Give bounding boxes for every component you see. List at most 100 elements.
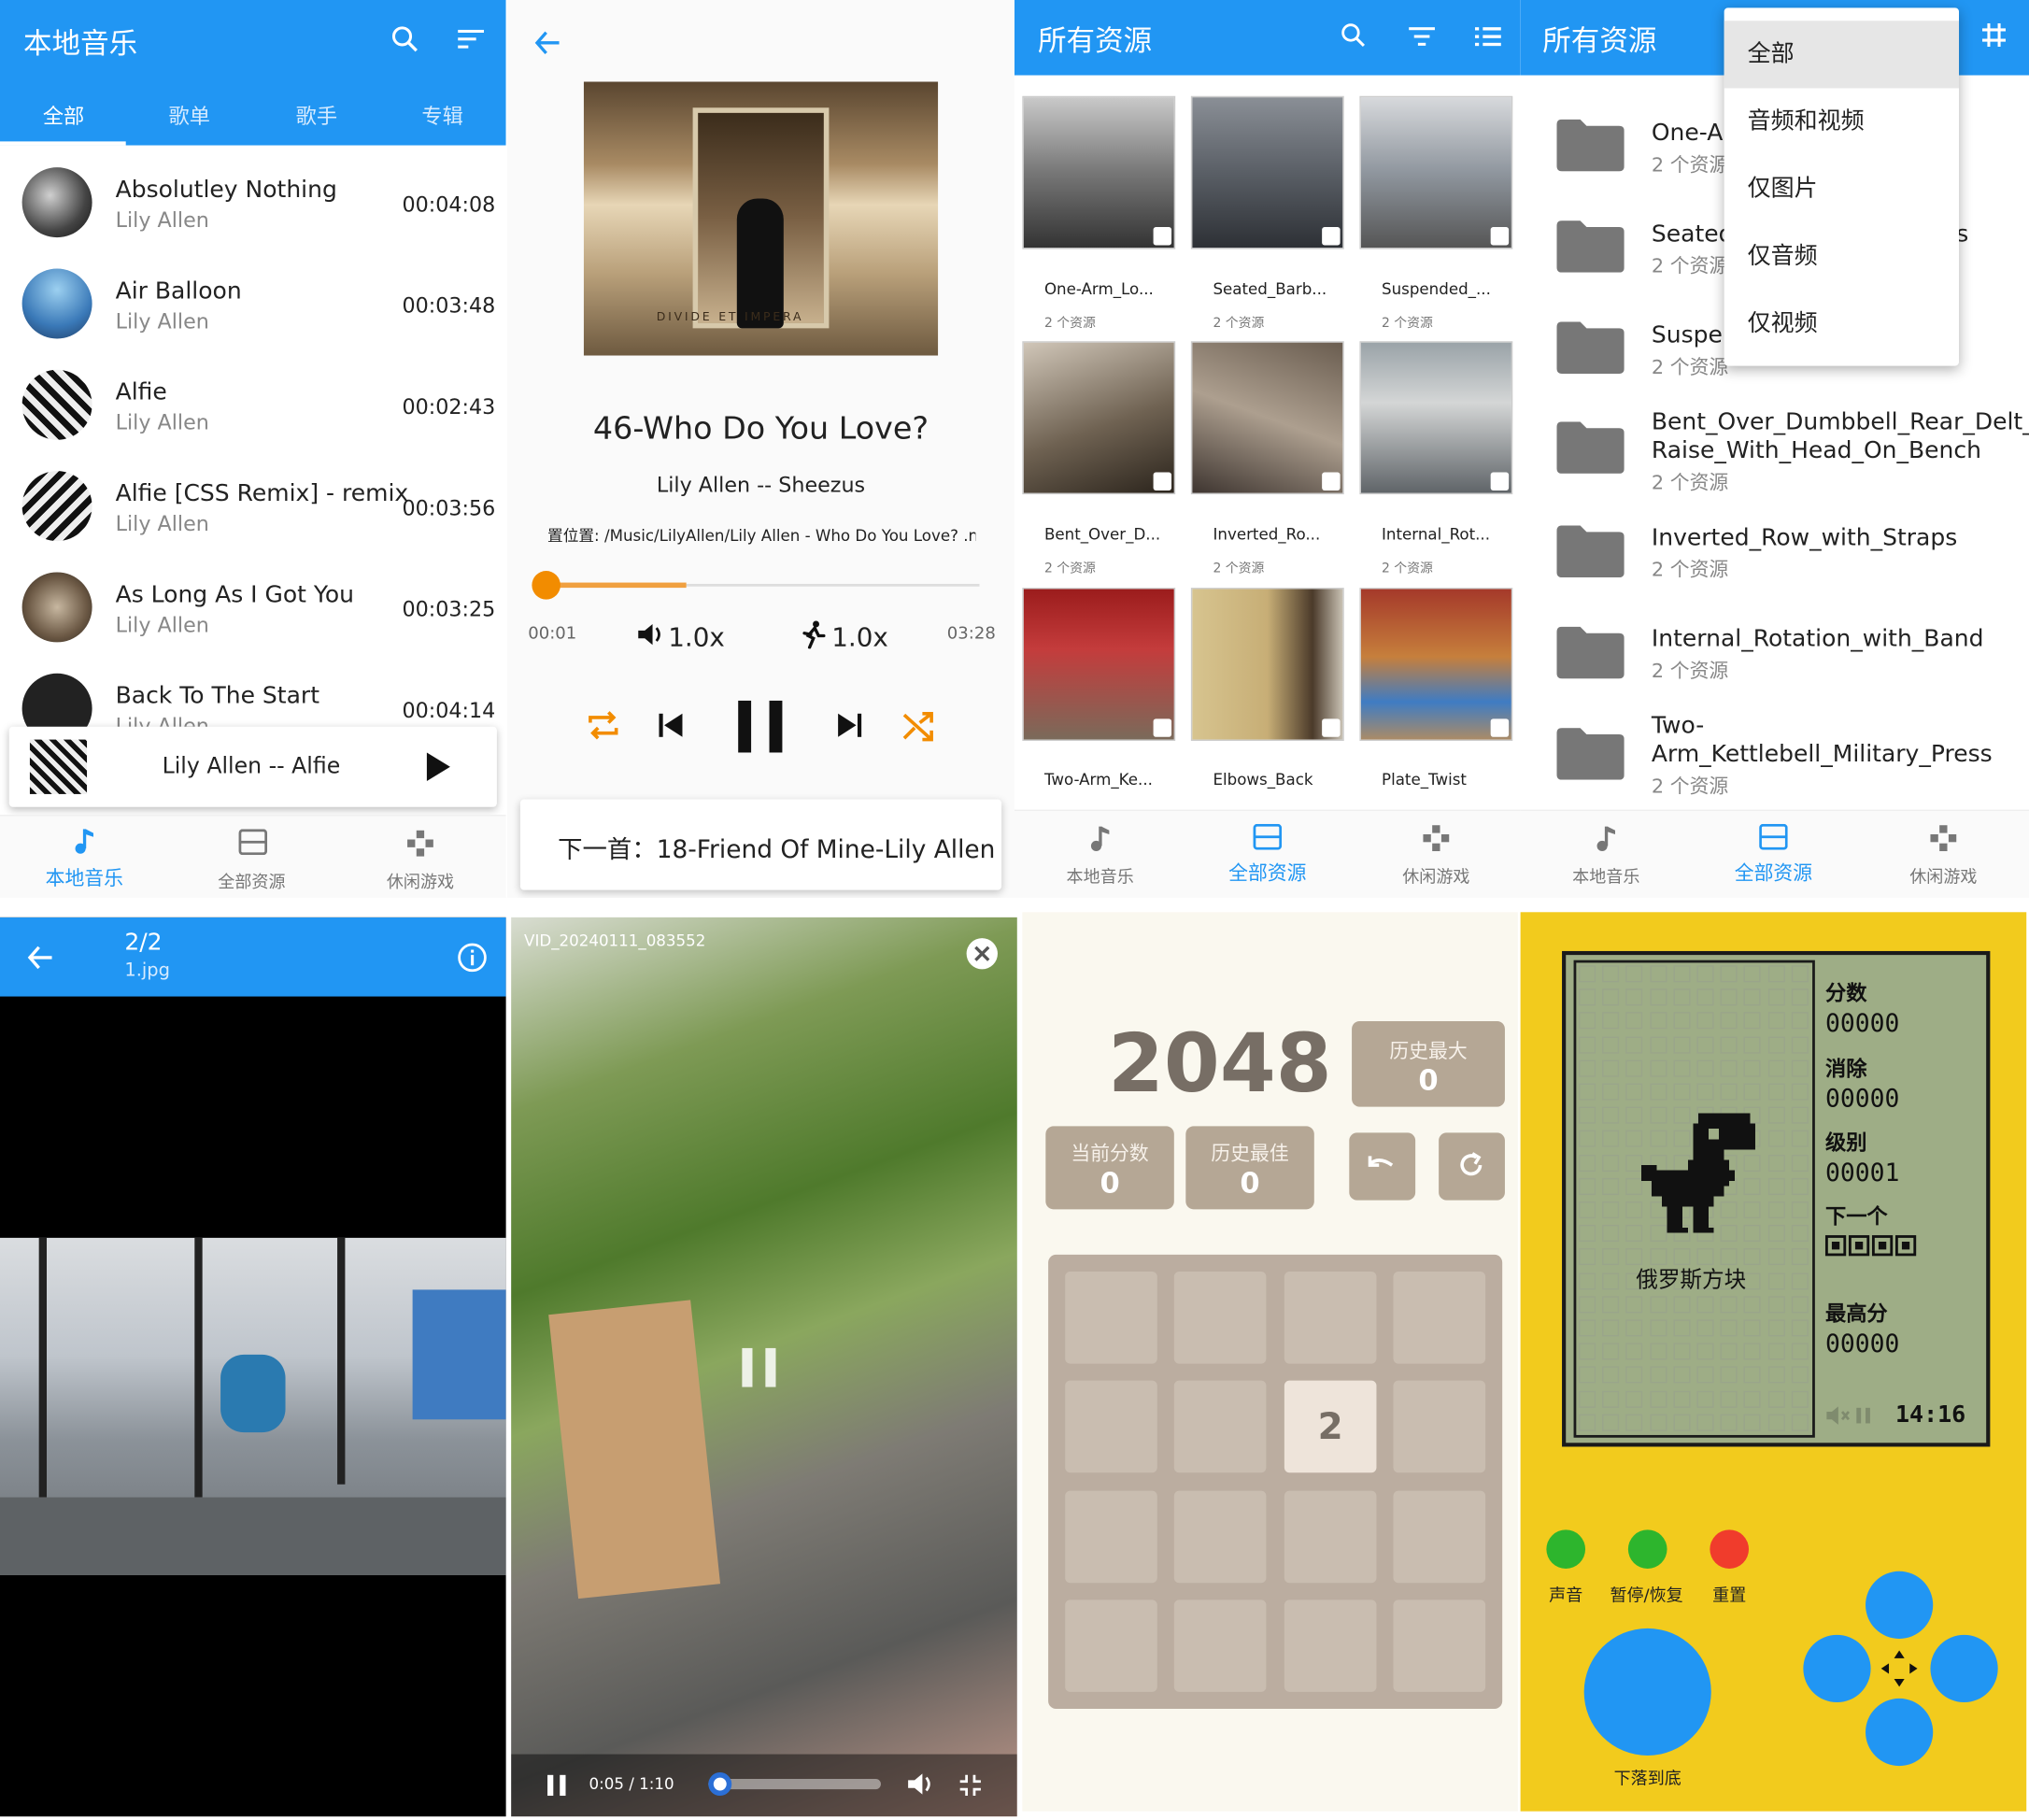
undo-button[interactable] xyxy=(1349,1132,1416,1201)
reset-button[interactable] xyxy=(1710,1529,1750,1569)
repeat-icon[interactable] xyxy=(585,707,621,744)
folder-name[interactable]: Inverted_Row_with_Straps xyxy=(1652,524,1957,553)
song-row[interactable]: Air Balloon Lily Allen 00:03:48 xyxy=(0,254,506,355)
tetris-cell xyxy=(1579,1059,1596,1077)
grid-view-icon[interactable] xyxy=(1979,21,2008,50)
tab-artist[interactable]: 歌手 xyxy=(296,99,337,130)
music-note-icon[interactable] xyxy=(1087,824,1114,853)
gamepad-icon[interactable] xyxy=(1929,824,1958,853)
reset-label: 重置 xyxy=(1712,1586,1747,1607)
speed-rate[interactable]: 1.0x xyxy=(831,621,888,652)
pause-icon[interactable] xyxy=(735,698,785,755)
info-icon[interactable] xyxy=(457,942,488,973)
nav-local-music[interactable]: 本地音乐 xyxy=(1572,863,1639,888)
left-button[interactable] xyxy=(1803,1634,1871,1703)
nav-all-resources[interactable]: 全部资源 xyxy=(1228,859,1306,886)
previous-icon[interactable] xyxy=(657,711,686,740)
folder-name[interactable]: Internal_Rotation_with_Band xyxy=(1652,625,1984,654)
volume-icon[interactable] xyxy=(637,621,666,647)
resource-thumbnail[interactable] xyxy=(1022,341,1176,495)
folder-name[interactable]: Raise_With_Head_On_Bench xyxy=(1652,437,1981,466)
nav-local-music[interactable]: 本地音乐 xyxy=(1067,863,1134,888)
resource-thumbnail[interactable] xyxy=(1190,588,1344,741)
gamepad-icon[interactable] xyxy=(406,829,435,858)
pause-icon[interactable] xyxy=(546,1773,567,1797)
resource-thumbnail[interactable] xyxy=(1190,341,1344,495)
resource-thumbnail[interactable] xyxy=(1359,95,1513,249)
down-button[interactable] xyxy=(1866,1698,1934,1767)
tab-album[interactable]: 专辑 xyxy=(421,99,462,130)
exit-fullscreen-icon[interactable] xyxy=(958,1773,982,1797)
search-icon[interactable] xyxy=(390,23,420,54)
volume-icon[interactable] xyxy=(907,1771,936,1798)
nav-games[interactable]: 休闲游戏 xyxy=(1909,863,1977,888)
resource-thumbnail[interactable] xyxy=(1359,341,1513,495)
song-row[interactable]: As Long As I Got You Lily Allen 00:03:25 xyxy=(0,558,506,659)
music-note-icon[interactable] xyxy=(71,827,97,856)
song-row[interactable]: Alfie Lily Allen 00:02:43 xyxy=(0,356,506,457)
folder-name[interactable]: Two- xyxy=(1652,712,1704,741)
resource-thumbnail[interactable] xyxy=(1022,588,1176,741)
back-arrow-icon[interactable] xyxy=(26,944,55,973)
song-title: 46-Who Do You Love? xyxy=(592,409,929,447)
drop-button[interactable] xyxy=(1583,1628,1711,1756)
menu-item-images-only[interactable]: 仅图片 xyxy=(1724,156,1959,223)
running-speed-icon[interactable] xyxy=(801,620,827,649)
resource-name: Suspended_... xyxy=(1382,279,1491,299)
folder-count: 2 个资源 xyxy=(1651,471,1729,495)
music-note-icon[interactable] xyxy=(1593,824,1619,853)
gamepad-icon[interactable] xyxy=(1422,824,1451,853)
resource-thumbnail[interactable] xyxy=(1022,95,1176,249)
menu-item-all[interactable]: 全部 xyxy=(1724,21,1960,89)
folder-name[interactable]: Bent_Over_Dumbbell_Rear_Delt_ xyxy=(1652,408,2029,437)
search-icon[interactable] xyxy=(1339,21,1368,50)
menu-item-video-only[interactable]: 仅视频 xyxy=(1724,291,1959,358)
sound-button[interactable] xyxy=(1546,1529,1586,1569)
nav-all-resources[interactable]: 全部资源 xyxy=(1735,859,1812,886)
folder-name[interactable]: Susper xyxy=(1652,321,1732,350)
volume-rate[interactable]: 1.0x xyxy=(668,621,725,652)
song-row[interactable]: Absolutley Nothing Lily Allen 00:04:08 xyxy=(0,153,506,254)
resource-thumbnail[interactable] xyxy=(1190,95,1344,249)
progress-thumb[interactable] xyxy=(531,571,560,600)
song-row[interactable]: Alfie [CSS Remix] - remix Lily Allen 00:… xyxy=(0,457,506,558)
shuffle-icon[interactable] xyxy=(901,708,937,745)
buffer-track xyxy=(543,582,687,589)
back-arrow-icon[interactable] xyxy=(533,29,562,58)
pause-resume-button[interactable] xyxy=(1627,1529,1667,1569)
next-song-card[interactable]: 下一首：18-Friend Of Mine-Lily Allen xyxy=(519,799,1002,890)
menu-item-audio-only[interactable]: 仅音频 xyxy=(1724,223,1959,291)
filter-icon[interactable] xyxy=(1408,23,1437,50)
nav-games[interactable]: 休闲游戏 xyxy=(387,868,454,893)
rotate-button[interactable] xyxy=(1866,1571,1934,1639)
tab-playlist[interactable]: 歌单 xyxy=(169,99,210,130)
right-button[interactable] xyxy=(1930,1634,1998,1703)
inbox-icon[interactable] xyxy=(238,829,268,856)
tetris-cell xyxy=(1696,1012,1714,1030)
nav-all-resources[interactable]: 全部资源 xyxy=(218,868,285,893)
next-icon[interactable] xyxy=(835,711,864,740)
image-badge-icon xyxy=(1153,472,1172,491)
restart-button[interactable] xyxy=(1439,1132,1505,1201)
folder-name[interactable]: One-Ar xyxy=(1652,120,1733,149)
list-view-icon[interactable] xyxy=(1474,23,1503,50)
sort-icon[interactable] xyxy=(457,26,486,52)
tetris-cell xyxy=(1625,1366,1643,1384)
video-seek-track[interactable] xyxy=(708,1778,881,1790)
tetris-cell xyxy=(1625,1414,1643,1431)
play-icon[interactable] xyxy=(424,751,453,782)
resource-thumbnail[interactable] xyxy=(1359,588,1513,741)
center-pause-icon[interactable] xyxy=(740,1345,779,1389)
close-icon[interactable] xyxy=(965,937,999,971)
image-badge-icon xyxy=(1153,718,1172,737)
folder-name[interactable]: Seated xyxy=(1652,220,1734,249)
folder-name[interactable]: Arm_Kettlebell_Military_Press xyxy=(1652,741,1993,770)
tab-all[interactable]: 全部 xyxy=(43,99,84,130)
menu-item-audio-video[interactable]: 音频和视频 xyxy=(1724,88,1959,155)
inbox-icon[interactable] xyxy=(1253,823,1283,850)
nav-local-music[interactable]: 本地音乐 xyxy=(46,864,123,891)
inbox-icon[interactable] xyxy=(1759,823,1788,850)
mini-player[interactable]: Lily Allen -- Alfie xyxy=(8,726,497,807)
nav-games[interactable]: 休闲游戏 xyxy=(1402,863,1469,888)
folder-count: 2 个资源 xyxy=(1651,254,1729,278)
